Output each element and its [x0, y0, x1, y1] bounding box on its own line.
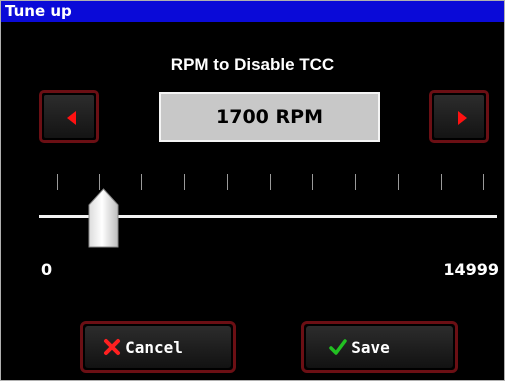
save-button-content: Save: [304, 324, 455, 370]
slider-tick: [141, 174, 142, 190]
slider-tick: [184, 174, 185, 190]
x-icon: [104, 339, 121, 355]
left-arrow-icon: [67, 111, 76, 125]
checkmark-icon: [329, 339, 347, 355]
slider-tick: [270, 174, 271, 190]
slider-tick: [441, 174, 442, 190]
slider-tick: [312, 174, 313, 190]
slider-max-label: 14999: [443, 260, 499, 279]
increase-button-face: [434, 95, 484, 138]
right-arrow-icon: [458, 111, 467, 125]
tune-up-window: Tune up RPM to Disable TCC 1700 RPM 0 14…: [0, 0, 505, 381]
value-display: 1700 RPM: [159, 92, 380, 142]
decrease-button-face: [44, 95, 94, 138]
setting-label: RPM to Disable TCC: [170, 55, 335, 74]
cancel-button-content: Cancel: [83, 324, 233, 370]
slider-tick: [57, 174, 58, 190]
cancel-button[interactable]: Cancel: [80, 321, 236, 373]
save-button-label: Save: [351, 337, 390, 357]
slider-tick: [227, 174, 228, 190]
save-button[interactable]: Save: [301, 321, 458, 373]
slider-tick: [483, 174, 484, 190]
slider-min-label: 0: [41, 260, 53, 279]
cancel-button-label: Cancel: [125, 337, 183, 357]
slider-ticks: [1, 174, 504, 192]
slider-tick: [398, 174, 399, 190]
slider-tick: [355, 174, 356, 190]
window-title: Tune up: [1, 1, 504, 22]
slider-thumb[interactable]: [88, 188, 119, 248]
increase-button[interactable]: [429, 90, 489, 143]
decrease-button[interactable]: [39, 90, 99, 143]
